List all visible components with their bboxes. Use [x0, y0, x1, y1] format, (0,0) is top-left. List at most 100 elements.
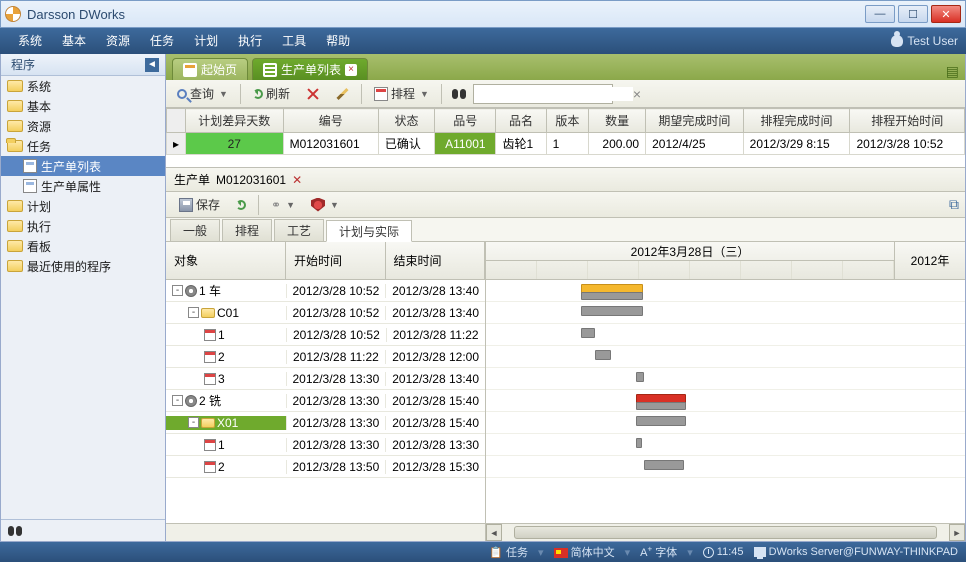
search-field[interactable] — [478, 87, 633, 101]
gantt-bar[interactable] — [636, 416, 686, 426]
gantt-row — [486, 324, 965, 346]
sidebar-item[interactable]: 系统 — [1, 76, 165, 96]
expand-icon[interactable]: - — [188, 417, 199, 428]
schedule-icon — [374, 87, 388, 101]
tab-close-icon[interactable]: × — [345, 64, 357, 76]
minimize-button[interactable]: — — [865, 5, 895, 23]
status-lang[interactable]: 简体中文 — [554, 544, 615, 560]
plan-row[interactable]: 12012/3/28 13:302012/3/28 13:30 — [166, 434, 485, 456]
expand-icon[interactable]: - — [188, 307, 199, 318]
subtab-schedule[interactable]: 排程 — [222, 219, 272, 241]
sidebar-item[interactable]: 基本 — [1, 96, 165, 116]
status-task[interactable]: 📋 任务 — [489, 544, 528, 560]
plan-row[interactable]: 22012/3/28 11:222012/3/28 12:00 — [166, 346, 485, 368]
menu-task[interactable]: 任务 — [140, 28, 184, 54]
expand-icon[interactable]: - — [172, 285, 183, 296]
folder-icon — [7, 80, 23, 92]
gantt-scrollbar[interactable]: ◄ ► — [486, 523, 965, 541]
sidebar-item[interactable]: 资源 — [1, 116, 165, 136]
schedule-button[interactable]: 排程▼ — [367, 83, 436, 105]
sidebar-item[interactable]: 生产单列表 — [1, 156, 165, 176]
plan-row[interactable]: 22012/3/28 13:502012/3/28 15:30 — [166, 456, 485, 478]
sidebar-item[interactable]: 看板 — [1, 236, 165, 256]
gantt-bar[interactable] — [581, 306, 643, 316]
gantt-row — [486, 434, 965, 456]
toolbar: 查询▼ 刷新 排程▼ × — [166, 80, 965, 108]
current-user[interactable]: Test User — [891, 34, 958, 48]
cell-itemno: A11001 — [435, 133, 496, 155]
tabstrip: 起始页 生产单列表 × ▤ — [166, 54, 965, 80]
plan-row[interactable]: - 2 铣2012/3/28 13:302012/3/28 15:40 — [166, 390, 485, 412]
plan-row[interactable]: - 1 车2012/3/28 10:522012/3/28 13:40 — [166, 280, 485, 302]
gantt-bar[interactable] — [636, 438, 642, 448]
refresh-detail-button[interactable] — [229, 194, 253, 216]
edit-button[interactable] — [329, 83, 356, 105]
plan-row[interactable]: 32012/3/28 13:302012/3/28 13:40 — [166, 368, 485, 390]
scroll-thumb[interactable] — [514, 526, 937, 539]
save-button[interactable]: 保存 — [172, 194, 227, 216]
calendar-icon — [204, 439, 216, 451]
calendar-icon — [204, 329, 216, 341]
scroll-left-icon[interactable]: ◄ — [486, 524, 502, 541]
subtab-process[interactable]: 工艺 — [274, 219, 324, 241]
menu-execute[interactable]: 执行 — [228, 28, 272, 54]
folder-icon — [201, 418, 215, 428]
refresh-button[interactable]: 刷新 — [246, 83, 297, 105]
close-button[interactable]: ✕ — [931, 5, 961, 23]
order-grid[interactable]: 计划差异天数编号状态 品号品名版本 数量期望完成时间排程完成时间 排程开始时间 … — [166, 108, 965, 168]
search-input[interactable]: × — [473, 84, 613, 104]
maximize-button[interactable]: ☐ — [898, 5, 928, 23]
grid-row[interactable]: ▸ 27 M012031601 已确认 A11001 齿轮1 1 200.00 … — [167, 133, 965, 155]
query-button[interactable]: 查询▼ — [170, 83, 235, 105]
cell-sched-end: 2012/3/29 8:15 — [743, 133, 850, 155]
gantt-chart[interactable]: 2012年3月28日（三） 2012年 ◄ ► — [486, 242, 965, 541]
plan-row[interactable]: 12012/3/28 10:522012/3/28 11:22 — [166, 324, 485, 346]
expand-icon[interactable]: - — [172, 395, 183, 406]
gantt-bar[interactable] — [644, 460, 684, 470]
sidebar-collapse-button[interactable]: ◄ — [145, 58, 159, 72]
plan-row[interactable]: - X012012/3/28 13:302012/3/28 15:40 — [166, 412, 485, 434]
link-button[interactable]: ⚭▼ — [264, 194, 302, 216]
menu-tool[interactable]: 工具 — [272, 28, 316, 54]
gantt-bar[interactable] — [581, 292, 643, 300]
plan-row[interactable]: - C012012/3/28 10:522012/3/28 13:40 — [166, 302, 485, 324]
refresh-icon — [253, 89, 263, 99]
gantt-bar[interactable] — [595, 350, 611, 360]
gantt-row — [486, 368, 965, 390]
gantt-bar[interactable] — [636, 402, 686, 410]
gantt-bar[interactable] — [636, 372, 644, 382]
sidebar-item[interactable]: 任务 — [1, 136, 165, 156]
shield-button[interactable]: ▼ — [304, 194, 346, 216]
folder-icon — [7, 120, 23, 132]
gantt-bar[interactable] — [581, 328, 595, 338]
sidebar-item[interactable]: 最近使用的程序 — [1, 256, 165, 276]
save-icon — [179, 198, 193, 212]
sidebar-item[interactable]: 执行 — [1, 216, 165, 236]
user-icon — [891, 35, 903, 47]
menu-plan[interactable]: 计划 — [184, 28, 228, 54]
menu-resource[interactable]: 资源 — [96, 28, 140, 54]
sidebar-item[interactable]: 生产单属性 — [1, 176, 165, 196]
sidebar-item[interactable]: 计划 — [1, 196, 165, 216]
folder-icon — [7, 140, 23, 152]
cell-sched-start: 2012/3/28 10:52 — [850, 133, 965, 155]
col-end: 结束时间 — [386, 242, 486, 279]
subtab-plan-actual[interactable]: 计划与实际 — [326, 220, 412, 242]
cancel-button[interactable] — [299, 83, 327, 105]
tab-order-list[interactable]: 生产单列表 × — [252, 58, 368, 80]
menu-basic[interactable]: 基本 — [52, 28, 96, 54]
gantt-next-header: 2012年 — [895, 242, 965, 279]
gantt-row — [486, 346, 965, 368]
scroll-right-icon[interactable]: ► — [949, 524, 965, 541]
menu-help[interactable]: 帮助 — [316, 28, 360, 54]
menu-system[interactable]: 系统 — [8, 28, 52, 54]
popout-icon[interactable]: ⧉ — [949, 196, 959, 213]
tab-home[interactable]: 起始页 — [172, 58, 248, 80]
sidebar-header: 程序 ◄ — [1, 54, 165, 76]
clear-search-icon[interactable]: × — [633, 86, 641, 102]
folder-icon — [201, 308, 215, 318]
detail-close-icon[interactable]: ✕ — [292, 173, 302, 187]
status-font[interactable]: A+ 字体 — [640, 544, 677, 560]
binoculars-icon[interactable] — [7, 524, 23, 538]
subtab-general[interactable]: 一般 — [170, 219, 220, 241]
